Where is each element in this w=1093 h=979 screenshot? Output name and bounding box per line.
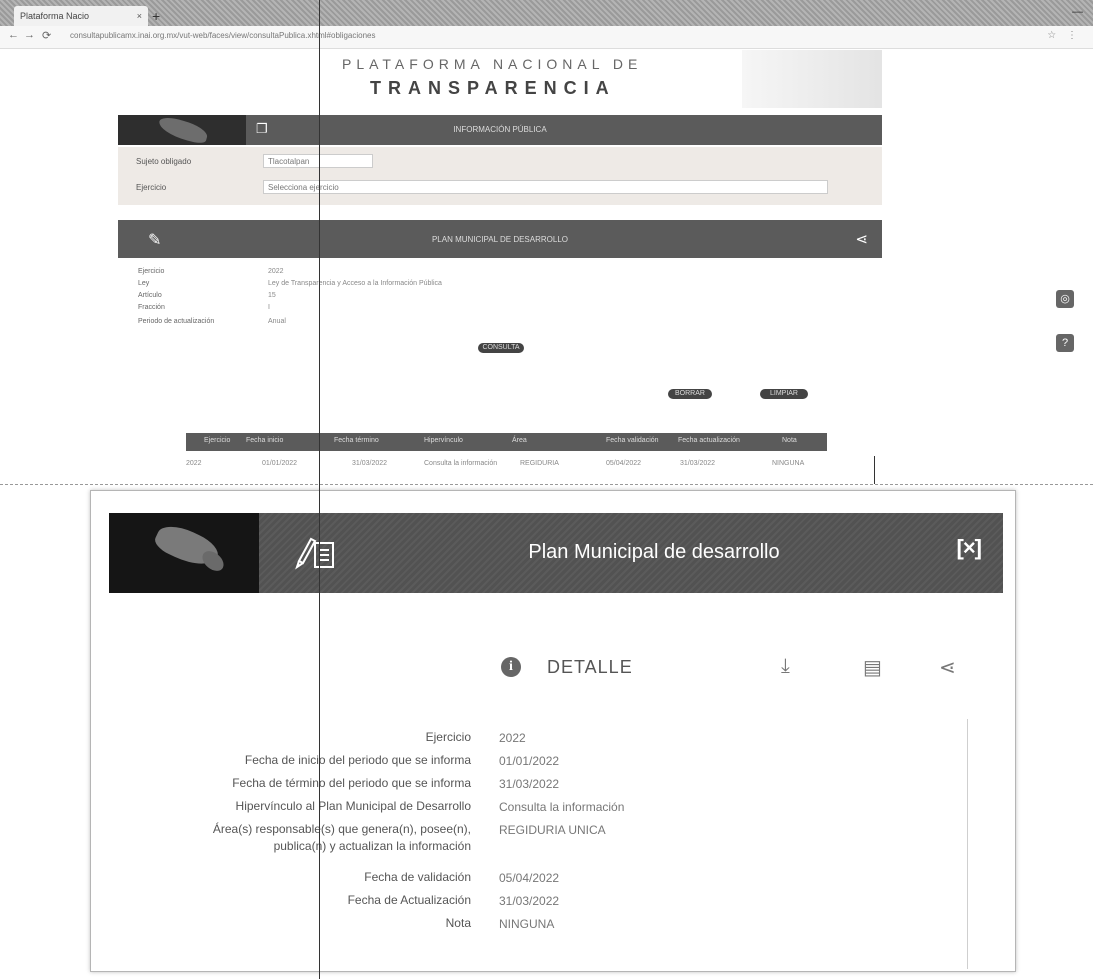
info-icon: i [501,657,521,677]
field-label: Ejercicio [425,730,471,744]
table-cell: 2022 [186,460,202,467]
logo-line-2: TRANSPARENCIA [370,78,616,98]
detail-label: DETALLE [547,657,633,677]
sujeto-select[interactable]: Tlacotalpan [263,154,373,168]
accessibility-icon[interactable]: ◎ [1056,290,1074,308]
ejercicio-label: Ejercicio [136,183,167,192]
table-cell: NINGUNA [772,460,805,467]
meta-label: Periodo de actualización [138,318,215,325]
close-button[interactable]: [×] [957,535,982,561]
detail-modal: Plan Municipal de desarrollo [×] i DETAL… [90,490,1016,972]
consulta-button[interactable]: CONSULTA [478,343,524,353]
tab-title: Plataforma Nacio [20,11,90,21]
ejercicio-select[interactable]: Selecciona ejercicio [263,180,828,194]
new-tab-button[interactable]: + [152,8,160,24]
mexico-map-image [109,513,259,593]
field-label: Hipervínculo al Plan Municipal de Desarr… [235,799,471,813]
table-cell: 31/03/2022 [680,460,716,467]
field-value: 31/03/2022 [499,894,560,908]
table-header-cell: Área [512,437,527,444]
help-icon[interactable]: ? [1056,334,1074,352]
table-cell: 31/03/2022 [352,460,388,467]
url-field[interactable]: consultapublicamx.inai.org.mx/vut-web/fa… [70,31,970,43]
field-value: REGIDURIA UNICA [499,823,606,837]
cursor-line [319,0,320,979]
sujeto-label: Sujeto obligado [136,157,192,166]
share-icon[interactable]: ⋖ [855,230,868,248]
pnt-logo: PLATAFORMA NACIONAL DE TRANSPARENCIA [330,50,882,112]
back-button[interactable]: ← [8,29,19,41]
logo-decoration [742,50,882,108]
table-header-cell: Ejercicio [204,437,231,444]
field-label: Fecha de validación [364,870,471,884]
reload-button[interactable]: ⟳ [42,29,51,42]
field-label: Fecha de término del periodo que se info… [232,776,471,790]
meta-value: I [268,304,270,311]
modal-header-bar: Plan Municipal de desarrollo [×] [109,513,1003,593]
table-cell: REGIDURIA [520,460,559,467]
field-label: Fecha de inicio del periodo que se infor… [244,753,471,767]
meta-label: Artículo [138,292,162,299]
forward-button[interactable]: → [24,29,35,41]
meta-label: Fracción [138,304,165,311]
browser-extension-icons[interactable]: ☆ ⋮ [1047,30,1081,41]
table-header-cell: Fecha actualización [678,437,740,444]
field-label: Área(s) responsable(s) que genera(n), po… [212,822,471,836]
top-bar: ❐ INFORMACIÓN PÚBLICA [118,114,882,146]
table-header-cell: Fecha término [334,437,379,444]
table-cell: 01/01/2022 [262,460,298,467]
field-label: Fecha de Actualización [347,893,471,907]
field-value: 01/01/2022 [499,754,560,768]
table-header-cell: Hipervínculo [424,437,463,444]
meta-value: 2022 [268,268,284,275]
meta-value: Anual [268,318,286,325]
table-header-cell: Fecha inicio [246,437,284,444]
browser-tab-bar: Plataforma Nacio × + — [0,0,1093,26]
table-header-cell: Nota [782,437,797,444]
tab-close-icon[interactable]: × [137,6,142,26]
cursor-line [874,456,875,484]
field-label: Nota [445,916,471,930]
section-bar: ✎ PLAN MUNICIPAL DE DESARROLLO ⋖ [118,220,882,258]
address-bar: ← → ⟳ consultapublicamx.inai.org.mx/vut-… [0,26,1093,49]
print-icon[interactable]: ▤ [863,655,882,680]
logo-line-1: PLATAFORMA NACIONAL DE [342,56,643,72]
field-value: 2022 [499,731,526,745]
results-table-header: Ejercicio Fecha inicio Fecha término Hip… [186,433,827,451]
borrar-button[interactable]: BORRAR [668,389,712,399]
section-bar-title: PLAN MUNICIPAL DE DESARROLLO [431,235,569,244]
table-cell: 05/04/2022 [606,460,642,467]
detail-header: i DETALLE ⤓ ▤ ⋖ [491,653,971,683]
content-border [967,719,968,969]
limpiar-button[interactable]: LIMPIAR [760,389,808,399]
field-value: NINGUNA [499,917,555,931]
meta-value: Ley de Transparencia y Acceso a la Infor… [268,280,442,287]
meta-label: Ley [138,280,150,287]
filter-form: Sujeto obligado Tlacotalpan Ejercicio Se… [118,147,882,205]
field-label: publica(n) y actualizan la información [273,839,471,853]
field-value: 05/04/2022 [499,871,560,885]
download-icon[interactable]: ⤓ [781,655,790,678]
modal-title: Plan Municipal de desarrollo [528,541,780,563]
meta-label: Ejercicio [138,268,165,275]
document-pen-icon [293,531,334,571]
browser-tab[interactable]: Plataforma Nacio × [14,6,148,26]
table-header-cell: Fecha validación [606,437,659,444]
field-value: 31/03/2022 [499,777,560,791]
share-icon[interactable]: ⋖ [939,655,956,680]
meta-value: 15 [268,292,276,299]
window-minimize-button[interactable]: — [1072,6,1083,18]
divider-line [0,484,1093,485]
hyperlink[interactable]: Consulta la información [499,800,624,814]
top-bar-title: INFORMACIÓN PÚBLICA [453,125,547,134]
table-cell[interactable]: Consulta la información [424,460,497,467]
